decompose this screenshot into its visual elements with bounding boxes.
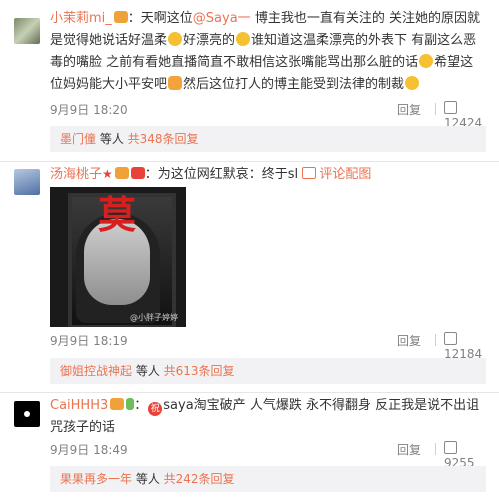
- comment-image[interactable]: 莫 @小胖子婷婷: [50, 187, 186, 327]
- smile-emoji-icon: [168, 32, 183, 46]
- comment-meta: 9月9日 18:49 回复 9255: [50, 441, 486, 470]
- smile-emoji-icon: [405, 76, 420, 90]
- comment-meta: 9月9日 18:19 回复 12184: [50, 332, 486, 361]
- username[interactable]: CaiHHH3: [50, 398, 108, 413]
- comment-date: 9月9日 18:19: [50, 334, 128, 348]
- reply-button[interactable]: 回复: [397, 441, 421, 458]
- divider: [435, 103, 436, 115]
- divider: [435, 443, 436, 455]
- thumbs-up-icon: [444, 332, 457, 345]
- avatar[interactable]: [14, 169, 40, 195]
- reply-summary[interactable]: 果果再多一年 等人 共242条回复: [50, 466, 486, 492]
- medal-badge-icon: [130, 167, 145, 179]
- comment-date: 9月9日 18:20: [50, 103, 128, 117]
- comment-date: 9月9日 18:49: [50, 443, 128, 457]
- vip-badge-icon: [110, 398, 125, 410]
- username[interactable]: 汤海桃子: [50, 167, 102, 182]
- image-glyph: 莫: [97, 193, 136, 237]
- pray-emoji-icon: [168, 76, 183, 90]
- vip-badge-icon: [114, 167, 129, 179]
- shield-badge-icon: [126, 398, 135, 410]
- reply-button[interactable]: 回复: [397, 101, 421, 118]
- reply-username[interactable]: 果果再多一年: [50, 472, 132, 486]
- avatar[interactable]: [14, 401, 40, 427]
- comment-image-link[interactable]: 评论配图: [302, 167, 371, 182]
- thumbs-up-icon: [444, 441, 457, 454]
- mention-link[interactable]: @Saya一: [193, 11, 251, 26]
- vip-badge-icon: [113, 11, 128, 23]
- wish-emoji-icon: 祝: [148, 402, 163, 416]
- reply-count-link[interactable]: 共242条回复: [164, 472, 235, 486]
- smile-emoji-icon: [419, 54, 434, 68]
- avatar[interactable]: [14, 18, 40, 44]
- image-icon: [302, 167, 317, 179]
- reply-summary[interactable]: 墨门僮 等人 共348条回复: [50, 126, 486, 152]
- reply-summary[interactable]: 御姐控战神起 等人 共613条回复: [50, 358, 486, 384]
- divider: [435, 334, 436, 346]
- image-watermark: @小胖子婷婷: [130, 313, 178, 322]
- reply-count-link[interactable]: 共613条回复: [164, 364, 235, 378]
- reply-username[interactable]: 墨门僮: [50, 132, 96, 146]
- divider: [0, 161, 499, 162]
- thumbs-up-icon: [444, 101, 457, 114]
- reply-username[interactable]: 御姐控战神起: [50, 364, 132, 378]
- comment-text: 小茉莉mi_ ：天啊这位@Saya一 博主我也一直有关注的 关注她的原因就是觉得她…: [50, 11, 480, 92]
- star-badge-icon: ★: [102, 167, 113, 181]
- comment-meta: 9月9日 18:20 回复 12424: [50, 101, 486, 130]
- comment-text: 汤海桃子★ ：为这位网红默哀：终于sl 评论配图: [50, 167, 372, 182]
- username[interactable]: 小茉莉mi_: [50, 11, 112, 26]
- divider: [0, 392, 499, 393]
- smile-emoji-icon: [236, 32, 251, 46]
- like-button[interactable]: 12184: [444, 332, 486, 361]
- comment-text: CaiHHH3：祝 saya淘宝破产 人气爆跌 永不得翻身 反正我是说不出诅咒孩子…: [50, 398, 480, 435]
- reply-button[interactable]: 回复: [397, 332, 421, 349]
- reply-count-link[interactable]: 共348条回复: [128, 132, 199, 146]
